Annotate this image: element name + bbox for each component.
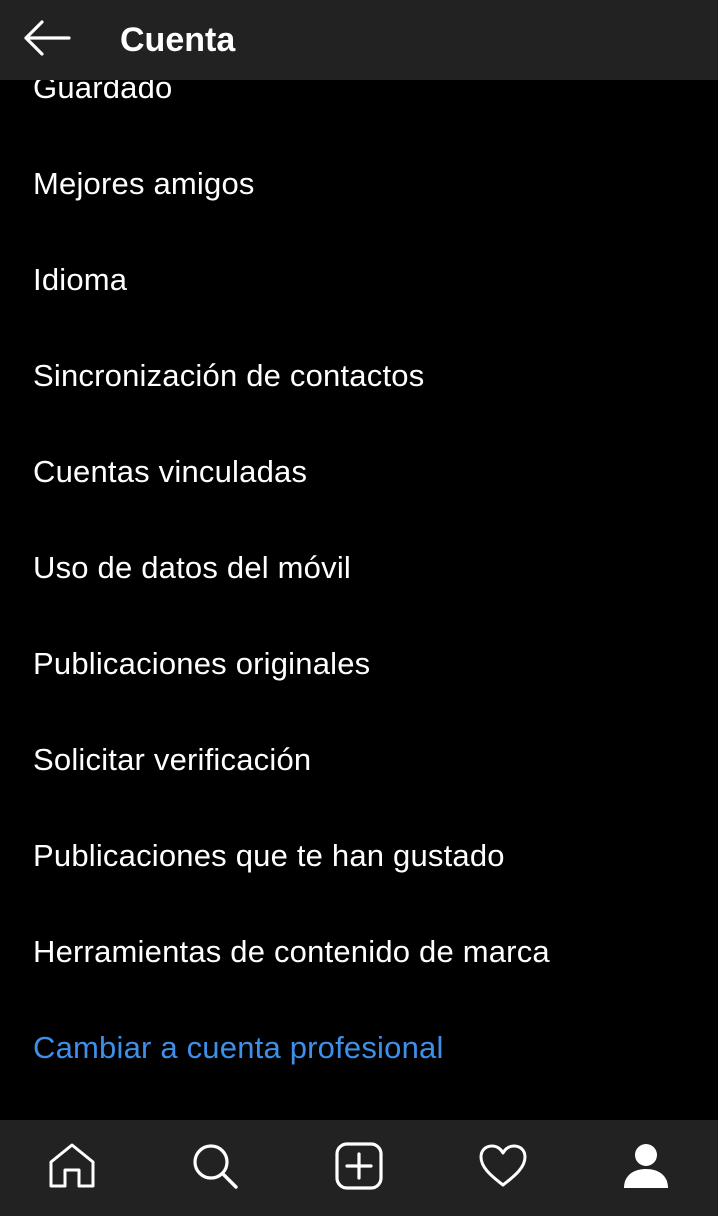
top-app-bar: Cuenta bbox=[0, 0, 718, 80]
nav-activity-button[interactable] bbox=[431, 1120, 575, 1216]
menu-item-language[interactable]: Idioma bbox=[0, 232, 718, 328]
back-button[interactable] bbox=[0, 0, 96, 80]
bottom-navigation-bar bbox=[0, 1120, 718, 1216]
page-title: Cuenta bbox=[120, 20, 236, 59]
add-post-icon bbox=[334, 1141, 384, 1196]
nav-search-button[interactable] bbox=[144, 1120, 288, 1216]
account-settings-screen: Guardado Mejores amigos Idioma Sincroniz… bbox=[0, 0, 718, 1216]
switch-to-professional-link[interactable]: Cambiar a cuenta profesional bbox=[0, 1000, 718, 1096]
nav-profile-button[interactable] bbox=[574, 1120, 718, 1216]
menu-item-request-verification[interactable]: Solicitar verificación bbox=[0, 712, 718, 808]
heart-icon bbox=[478, 1143, 528, 1194]
arrow-left-icon bbox=[24, 19, 72, 61]
menu-item-contacts-sync[interactable]: Sincronización de contactos bbox=[0, 328, 718, 424]
search-icon bbox=[190, 1141, 240, 1196]
nav-new-post-button[interactable] bbox=[287, 1120, 431, 1216]
profile-icon bbox=[622, 1142, 670, 1195]
nav-home-button[interactable] bbox=[0, 1120, 144, 1216]
menu-item-liked-posts[interactable]: Publicaciones que te han gustado bbox=[0, 808, 718, 904]
account-menu-list: Guardado Mejores amigos Idioma Sincroniz… bbox=[0, 40, 718, 1096]
home-icon bbox=[47, 1141, 97, 1196]
menu-item-linked-accounts[interactable]: Cuentas vinculadas bbox=[0, 424, 718, 520]
menu-item-mobile-data-usage[interactable]: Uso de datos del móvil bbox=[0, 520, 718, 616]
menu-item-close-friends[interactable]: Mejores amigos bbox=[0, 136, 718, 232]
menu-item-branded-content-tools[interactable]: Herramientas de contenido de marca bbox=[0, 904, 718, 1000]
menu-item-original-posts[interactable]: Publicaciones originales bbox=[0, 616, 718, 712]
